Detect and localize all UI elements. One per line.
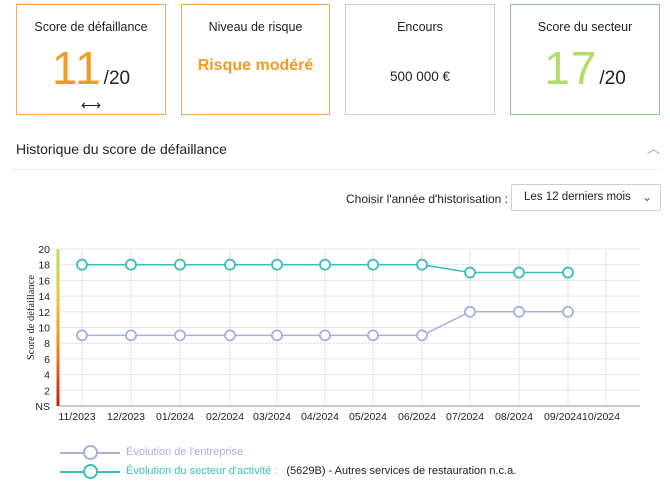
sector-score-value: 17 <box>544 42 598 94</box>
outstanding-value: 500 000 € <box>389 69 451 84</box>
legend-sector-detail: (5629B) - Autres services de restauratio… <box>286 465 517 477</box>
legend-sector[interactable]: Évolution du secteur d'activité : (5629B… <box>60 464 560 479</box>
legend-sector-name: Évolution du secteur d'activité : <box>126 465 278 477</box>
year-select-value: Les 12 derniers mois <box>524 191 631 203</box>
score-history-chart: NS 2 4 6 8 10 12 14 16 18 20 Score de défaillance 11… <box>26 244 640 423</box>
legend-sector-marker <box>83 464 98 479</box>
x-tick-label: 08/2024 <box>495 411 533 423</box>
legend-company-label: Évolution de l'entreprise <box>126 446 244 458</box>
legend-sector-label: Évolution du secteur d'activité : (5629B… <box>126 465 516 477</box>
sector-score-denominator: /20 <box>599 68 626 89</box>
company-point <box>271 329 283 342</box>
sector-point <box>319 258 331 271</box>
y-tick-label: 6 <box>44 354 50 366</box>
y-axis-gradient-bar <box>56 249 60 406</box>
company-point <box>319 329 331 342</box>
y-tick-label: 8 <box>44 338 50 350</box>
company-point <box>562 305 574 318</box>
y-tick-label: 16 <box>38 275 50 287</box>
legend-company[interactable]: Évolution de l'entreprise <box>60 445 360 460</box>
risk-level-title: Niveau de risque <box>208 20 303 34</box>
x-tick-label: 05/2024 <box>349 411 387 423</box>
sector-point <box>76 258 88 271</box>
y-tick-label: 2 <box>44 385 50 397</box>
y-tick-label: 10 <box>38 323 50 335</box>
y-tick-label: 20 <box>38 244 50 256</box>
sector-score-title: Score du secteur <box>537 20 633 34</box>
risk-level-value: Risque modéré <box>197 57 314 74</box>
x-tick-label: 01/2024 <box>156 411 194 423</box>
sector-point <box>224 258 236 271</box>
default-score-value-wrap: 11/20 <box>17 41 165 95</box>
risk-level-card: Niveau de risque Risque modéré <box>181 4 330 115</box>
x-tick-label: 06/2024 <box>398 411 436 423</box>
outstanding-card: Encours 500 000 € <box>345 4 495 115</box>
default-score-denominator: /20 <box>103 68 131 89</box>
sector-score-card: Score du secteur 17/20 <box>510 4 660 115</box>
x-tick-label: 07/2024 <box>446 411 484 423</box>
x-tick-label: 12/2023 <box>107 411 145 423</box>
outstanding-title: Encours <box>397 20 443 34</box>
sector-point <box>562 266 574 279</box>
year-select-label: Choisir l'année d'historisation : <box>346 192 508 206</box>
company-point <box>513 305 525 318</box>
company-point <box>125 329 137 342</box>
x-tick-label: 11/2023 <box>58 411 95 423</box>
company-point <box>416 329 428 342</box>
x-tick-label: 09/2024 <box>544 411 582 423</box>
default-score-value: 11 <box>51 42 102 94</box>
sector-score-value-wrap: 17/20 <box>511 41 659 95</box>
sector-point <box>416 258 428 271</box>
x-tick-label: 02/2024 <box>206 411 244 423</box>
sector-point <box>271 258 283 271</box>
default-score-title: Score de défaillance <box>34 20 148 34</box>
sector-point <box>125 258 137 271</box>
legend-company-marker <box>83 445 98 460</box>
y-tick-label: 14 <box>38 291 50 303</box>
company-point <box>367 329 379 342</box>
default-score-card: Score de défaillance 11/20 ⟷ <box>16 4 166 115</box>
x-tick-label: 03/2024 <box>253 411 291 423</box>
section-divider <box>10 169 660 170</box>
y-tick-label: 18 <box>38 260 50 272</box>
chevron-down-icon: ⌄ <box>641 190 652 204</box>
left-right-arrow-icon: ⟷ <box>80 97 102 113</box>
year-select[interactable]: Les 12 derniers mois ⌄ <box>511 184 661 211</box>
x-tick-label: 10/2024 <box>582 411 620 423</box>
y-tick-label: 12 <box>38 307 50 319</box>
y-tick-label: NS <box>35 401 50 413</box>
sector-point <box>513 266 525 279</box>
company-point <box>464 305 476 318</box>
chevron-up-icon[interactable]: ︿ <box>647 138 660 157</box>
company-point <box>76 329 88 342</box>
sector-point <box>174 258 186 271</box>
y-axis-label: Score de défaillance <box>26 275 37 360</box>
sector-point <box>367 258 379 271</box>
company-point <box>224 329 236 342</box>
x-tick-label: 04/2024 <box>301 411 339 423</box>
company-point <box>174 329 186 342</box>
y-tick-label: 4 <box>44 370 50 382</box>
history-section-title: Historique du score de défaillance <box>16 141 227 157</box>
sector-point <box>464 266 476 279</box>
